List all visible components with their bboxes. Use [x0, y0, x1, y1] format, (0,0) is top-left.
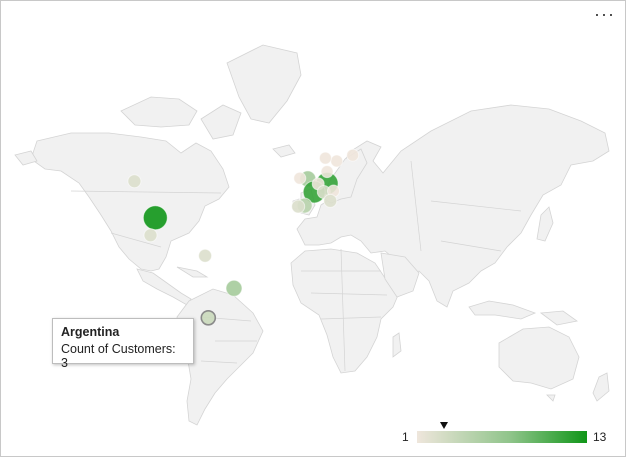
- tooltip-metric-label: Count of Customers:: [61, 342, 176, 356]
- customer-bubble-5[interactable]: [225, 279, 243, 297]
- land-new-guinea[interactable]: [539, 310, 578, 326]
- land-new-zealand[interactable]: [592, 372, 610, 402]
- world-map: [14, 44, 610, 426]
- tooltip: Argentina Count of Customers: 3: [52, 318, 194, 370]
- land-australia[interactable]: [498, 326, 580, 390]
- tooltip-metric: Count of Customers: 3: [61, 342, 185, 370]
- more-options-icon[interactable]: ···: [594, 5, 615, 23]
- customer-bubble-19[interactable]: [330, 154, 344, 168]
- customer-bubble-1[interactable]: [142, 205, 168, 231]
- tooltip-country: Argentina: [61, 325, 120, 339]
- land-caribbean[interactable]: [176, 266, 209, 278]
- customer-bubble-8[interactable]: [293, 171, 307, 185]
- land-japan[interactable]: [536, 206, 554, 242]
- land-madagascar[interactable]: [392, 332, 402, 358]
- customer-bubble-18[interactable]: [346, 148, 360, 162]
- legend-marker-icon: [440, 422, 448, 429]
- land-africa[interactable]: [290, 248, 400, 374]
- customer-bubble-3[interactable]: [143, 228, 158, 243]
- legend-min-label: 1: [402, 430, 409, 444]
- land-arctic-islands[interactable]: [120, 96, 198, 128]
- customer-bubble-20[interactable]: [318, 151, 332, 165]
- land-indonesia[interactable]: [468, 300, 537, 320]
- land-central-america[interactable]: [136, 268, 192, 306]
- customer-bubble-2[interactable]: [127, 174, 142, 189]
- customer-bubble-17[interactable]: [320, 165, 334, 179]
- tooltip-metric-value: 3: [61, 356, 68, 370]
- customer-bubble-6[interactable]: [200, 309, 217, 326]
- customer-bubble-15[interactable]: [291, 199, 306, 214]
- land-iceland[interactable]: [272, 144, 296, 158]
- land-tasmania[interactable]: [546, 394, 556, 402]
- geo-chart: ··· Argentina Count of Customers: 3 1 13: [0, 0, 626, 457]
- legend-color-bar: [417, 431, 587, 443]
- customer-bubble-16[interactable]: [323, 193, 338, 208]
- land-north-america[interactable]: [30, 132, 230, 272]
- customer-bubble-4[interactable]: [198, 248, 213, 263]
- land-baffin[interactable]: [200, 104, 242, 140]
- legend-max-label: 13: [593, 430, 607, 444]
